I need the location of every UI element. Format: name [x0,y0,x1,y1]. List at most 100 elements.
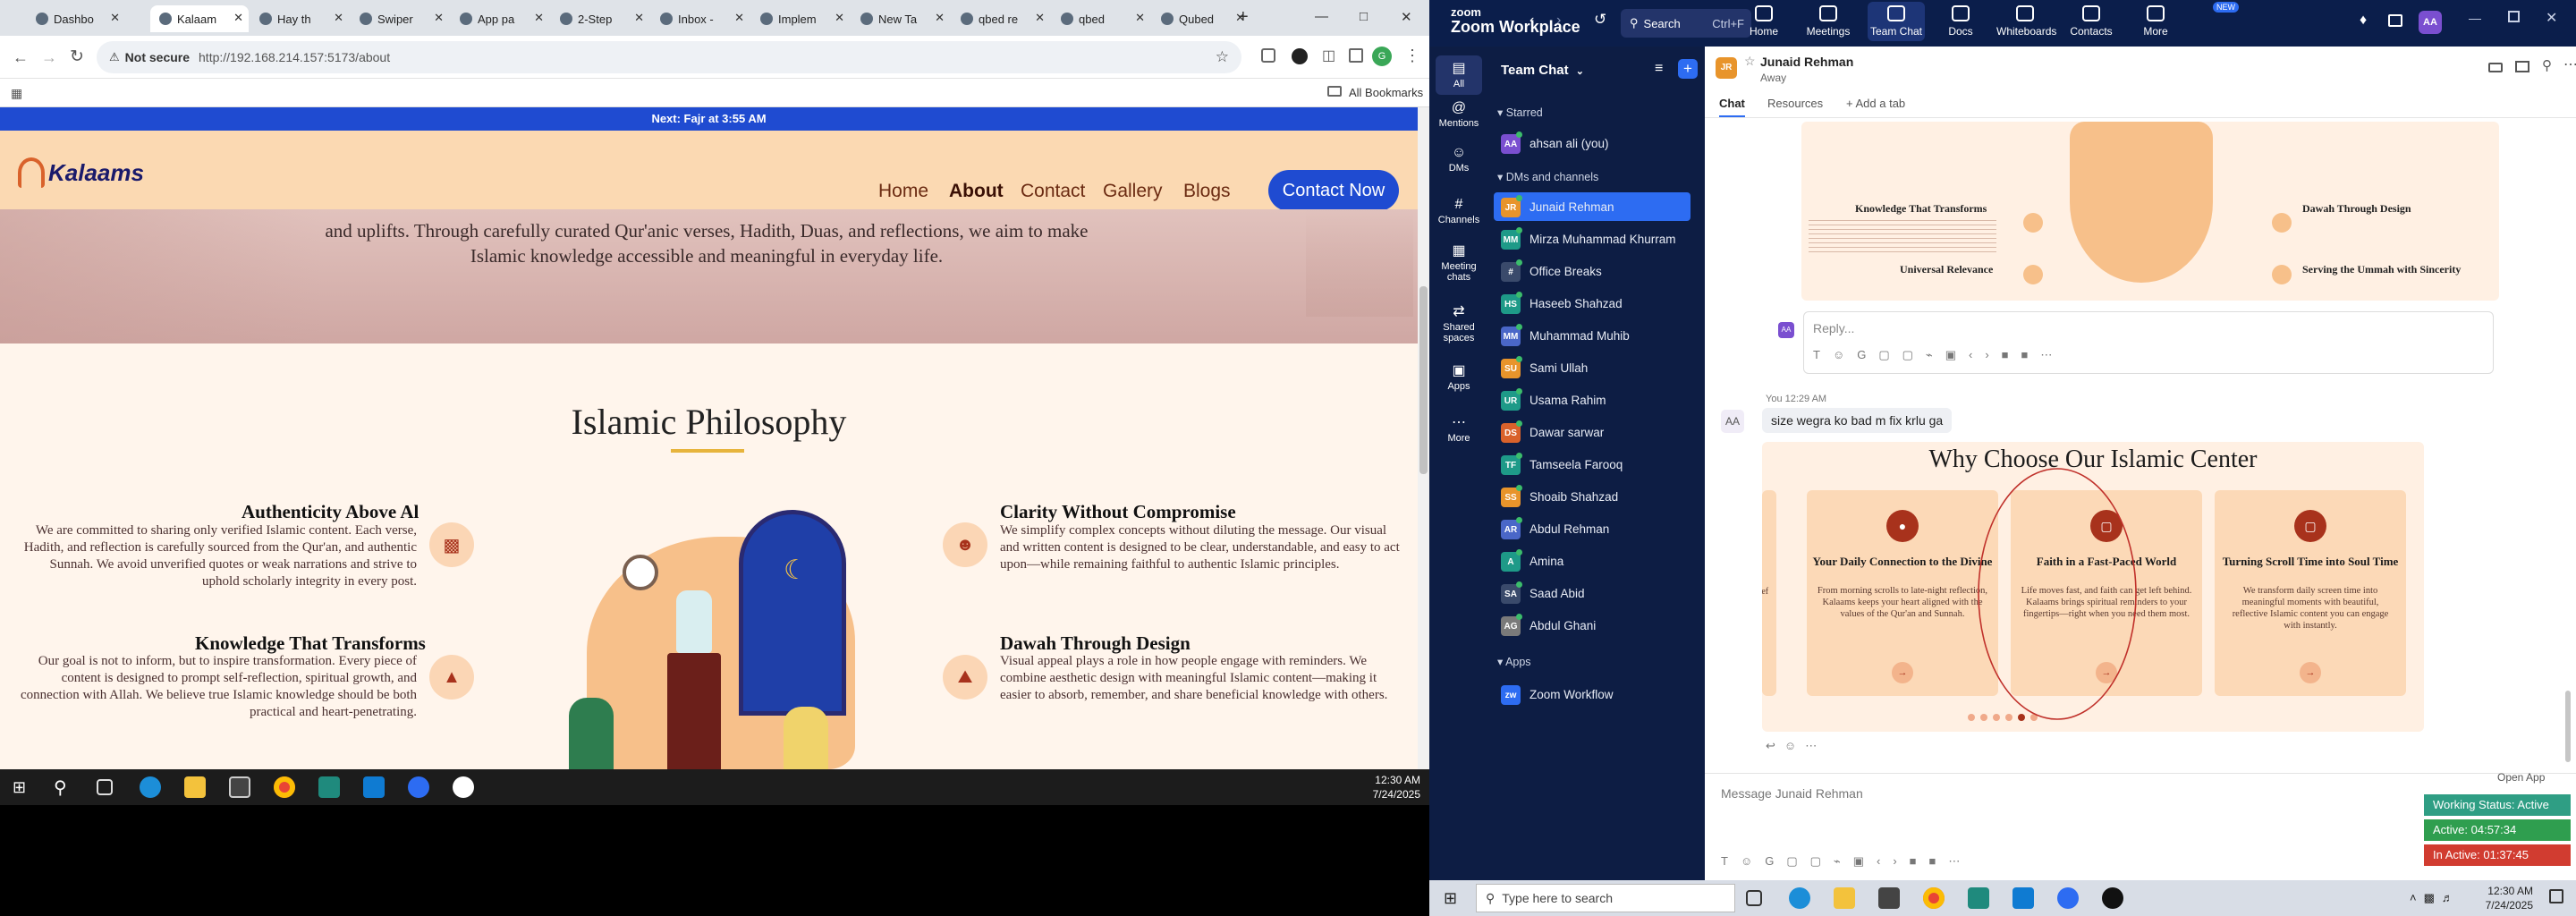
side-nav-more[interactable]: ⋯ More [1429,413,1488,444]
browser-tab[interactable]: Qubed ✕ [1152,5,1250,32]
forward-icon[interactable]: › [1556,13,1561,29]
edge-icon[interactable] [140,776,161,798]
tab-close-icon[interactable]: ✕ [935,11,945,25]
dm-item[interactable]: # Office Breaks [1494,257,1690,285]
dm-item[interactable]: AG Abdul Ghani [1494,611,1690,640]
browser-tab[interactable]: App pa ✕ [451,5,549,32]
dm-item[interactable]: AR Abdul Rehman [1494,514,1690,543]
store-icon[interactable] [1878,887,1900,909]
search-input[interactable]: ⚲ Search Ctrl+F [1621,9,1751,38]
chrome-icon[interactable] [274,776,295,798]
filter-icon[interactable]: ≡ [1655,61,1663,77]
browser-tab[interactable]: 2-Step ✕ [551,5,649,32]
top-tab-meetings[interactable]: Meetings [1800,5,1857,38]
back-icon[interactable]: ← [13,48,29,67]
section-dms[interactable]: ▾ DMs and channels [1497,170,1598,183]
browser-tab[interactable]: Dashbo ✕ [27,5,125,32]
tab-close-icon[interactable]: ✕ [1135,11,1145,25]
tab-close-icon[interactable]: ✕ [1035,11,1045,25]
app-item[interactable]: zw Zoom Workflow [1494,680,1690,708]
browser-tab[interactable]: Hay th ✕ [250,5,349,32]
top-tab-home[interactable]: Home [1735,5,1792,38]
tab-close-icon[interactable]: ✕ [334,11,343,25]
shared-image[interactable]: Why Choose Our Islamic Center ref ● Your… [1762,442,2424,732]
reply-icon[interactable]: ↩ [1766,739,1784,752]
chat-tab-chat[interactable]: Chat [1719,97,1745,117]
top-tab-contacts[interactable]: Contacts [2063,5,2120,38]
all-bookmarks-link[interactable]: All Bookmarks [1349,86,1423,99]
security-label[interactable]: Not secure [125,50,190,64]
vscode-icon[interactable] [363,776,385,798]
tab-close-icon[interactable]: ✕ [534,11,544,25]
dm-item[interactable]: HS Haseeb Shahzad [1494,289,1690,318]
starred-item[interactable]: AA ahsan ali (you) [1494,129,1690,157]
maximize-icon[interactable] [2508,11,2520,22]
screen-share-icon[interactable] [2515,61,2529,72]
emoji-icon[interactable]: ☺ [1784,739,1805,752]
dm-item[interactable]: UR Usama Rahim [1494,386,1690,414]
chrome-icon[interactable] [1923,887,1945,909]
nav-home[interactable]: Home [878,181,928,202]
tab-close-icon[interactable]: ✕ [835,11,844,25]
edge-icon[interactable] [1789,887,1810,909]
back-icon[interactable]: ‹ [1530,13,1534,29]
top-tab-more[interactable]: More [2127,5,2184,38]
close-icon[interactable]: ✕ [1401,9,1412,25]
dm-item[interactable]: DS Dawar sarwar [1494,418,1690,446]
star-icon[interactable]: ☆ [1744,54,1756,69]
dm-item[interactable]: MM Mirza Muhammad Khurram [1494,225,1690,253]
more-icon[interactable]: ⋯ [1805,739,1826,752]
task-view-icon[interactable] [1746,890,1762,906]
profile-avatar[interactable]: G [1372,47,1392,66]
panel-title[interactable]: Team Chat ⌄ [1501,63,1584,78]
nav-blogs[interactable]: Blogs [1183,181,1231,202]
contact-now-button[interactable]: Contact Now [1268,170,1399,211]
search-icon[interactable]: ⚲ [2542,57,2552,73]
contact-name[interactable]: Junaid Rehman [1760,55,1853,69]
app-icon[interactable] [2102,887,2123,909]
windows-start-icon[interactable]: ⊞ [1444,889,1457,908]
browser-tab[interactable]: Inbox - ✕ [651,5,750,32]
section-apps[interactable]: ▾ Apps [1497,655,1531,668]
maximize-icon[interactable]: □ [1360,9,1368,24]
open-app-link[interactable]: Open App [2497,771,2545,784]
menu-icon[interactable]: ⋮ [1404,47,1420,65]
scrollbar-thumb[interactable] [1419,286,1428,474]
clock-left[interactable]: 12:30 AM 7/24/2025 [1373,773,1420,802]
star-icon[interactable]: ☆ [1216,48,1229,66]
section-starred[interactable]: ▾ Starred [1497,106,1543,119]
system-tray[interactable]: ˄▩♬ [2410,891,2461,905]
new-chat-button[interactable]: + [1678,59,1698,79]
side-nav-meeting-chats[interactable]: ▦ Meeting chats [1429,242,1488,283]
dm-item[interactable]: TF Tamseela Farooq [1494,450,1690,479]
side-nav-channels[interactable]: # Channels [1429,197,1488,225]
taskbar-search[interactable]: ⚲ Type here to search [1476,884,1735,912]
site-logo[interactable]: Kalaams [18,157,144,188]
browser-tab[interactable]: New Ta ✕ [852,5,950,32]
dm-item[interactable]: JR Junaid Rehman [1494,192,1690,221]
chat-scrollbar[interactable] [2565,691,2571,762]
reload-icon[interactable]: ↻ [70,47,84,67]
file-explorer-icon[interactable] [184,776,206,798]
top-tab-team-chat[interactable]: Team Chat [1868,2,1925,41]
more-icon[interactable]: ⋯ [2563,55,2576,73]
history-icon[interactable]: ↺ [1594,11,1606,29]
top-tab-docs[interactable]: Docs [1932,5,1989,38]
clock-right[interactable]: 12:30 AM 7/24/2025 [2486,884,2533,912]
side-nav-dms[interactable]: ☺ DMs [1429,145,1488,174]
bell-icon[interactable]: ♦ [2360,13,2367,29]
zoom-icon[interactable] [2057,887,2079,909]
dm-item[interactable]: MM Muhammad Muhib [1494,321,1690,350]
search-icon[interactable]: ⚲ [54,776,67,799]
dm-item[interactable]: SS Shoaib Shahzad [1494,482,1690,511]
side-nav-all[interactable]: ▤ All [1436,55,1482,95]
app-icon[interactable] [453,776,474,798]
close-icon[interactable]: ✕ [2546,9,2557,27]
extension-red-icon[interactable] [1292,48,1308,64]
top-tab-whiteboards[interactable]: Whiteboards [1996,5,2056,38]
page-scrollbar[interactable] [1418,107,1429,769]
browser-tab[interactable]: Swiper ✕ [351,5,449,32]
extensions-icon[interactable] [1261,48,1275,63]
contact-avatar[interactable]: JR [1716,57,1737,79]
side-nav-shared-spaces[interactable]: ⇄ Shared spaces [1429,302,1488,344]
